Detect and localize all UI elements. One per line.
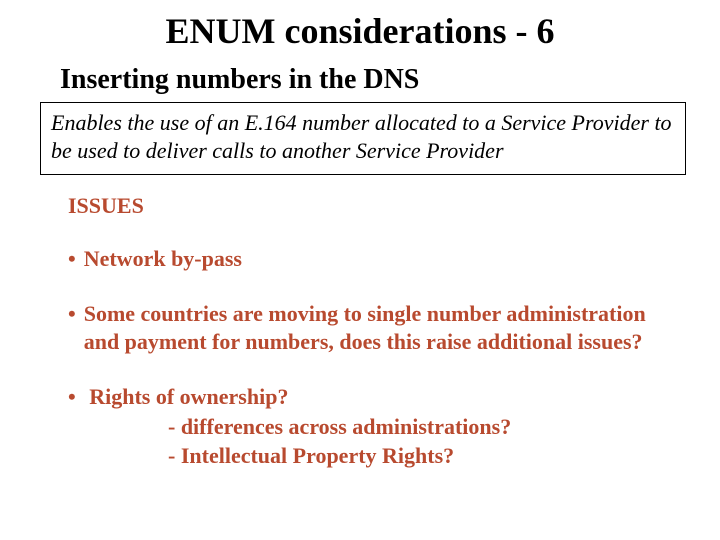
slide-title: ENUM considerations - 6 [40, 10, 680, 52]
bullet-text: Rights of ownership? [84, 383, 660, 412]
bullet-text: Network by-pass [84, 245, 660, 274]
bullet-marker: • [68, 383, 76, 412]
bullet-marker: • [68, 245, 76, 274]
sub-lines: - differences across administrations? - … [168, 413, 660, 470]
slide: ENUM considerations - 6 Inserting number… [0, 0, 720, 540]
bullet-text: Some countries are moving to single numb… [84, 300, 660, 357]
bullet-item: • Rights of ownership? [68, 383, 660, 412]
bullet-marker: • [68, 300, 76, 357]
bullet-item: • Some countries are moving to single nu… [68, 300, 660, 357]
issues-heading: ISSUES [68, 193, 660, 219]
slide-subtitle: Inserting numbers in the DNS [60, 64, 680, 96]
summary-text: Enables the use of an E.164 number alloc… [51, 109, 675, 164]
issues-block: ISSUES • Network by-pass • Some countrie… [68, 193, 660, 471]
bullet-item: • Network by-pass [68, 245, 660, 274]
sub-line: - Intellectual Property Rights? [168, 442, 660, 471]
sub-line: - differences across administrations? [168, 413, 660, 442]
summary-box: Enables the use of an E.164 number alloc… [40, 102, 686, 175]
bullet-text-inner: Rights of ownership? [89, 384, 288, 409]
